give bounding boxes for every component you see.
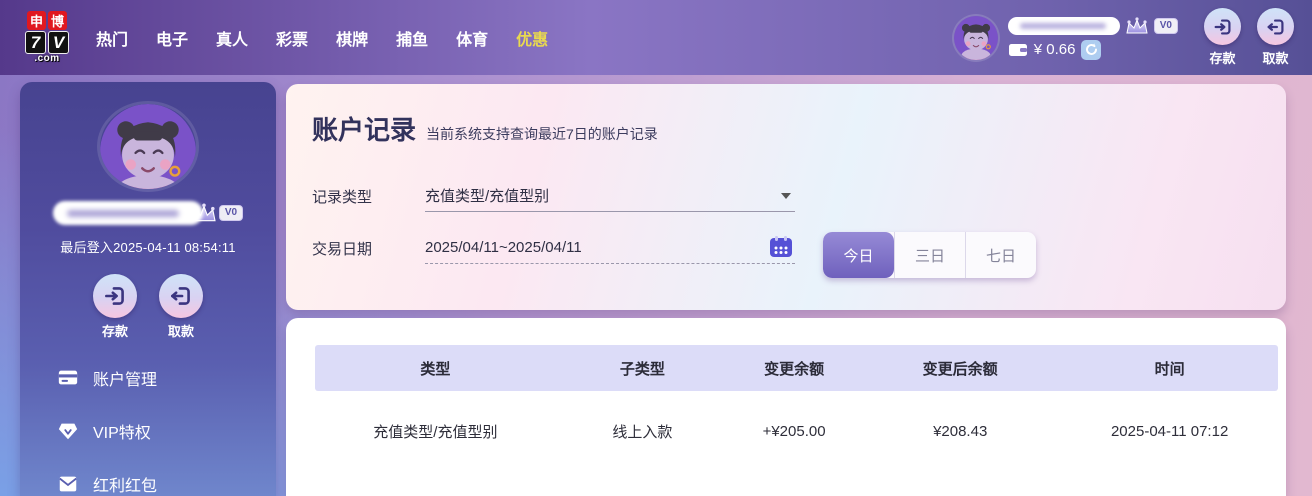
account-records-panel: 账户记录 当前系统支持查询最近7日的账户记录 记录类型 充值类型/充值型别 交易… [286, 84, 1286, 310]
sidebar-item-label: VIP特权 [93, 419, 151, 443]
nav-item-fishing[interactable]: 捕鱼 [396, 26, 428, 50]
avatar-illustration [954, 16, 998, 60]
cell-time: 2025-04-11 07:12 [1061, 423, 1278, 440]
user-cluster: V0 ¥ 0.66 [954, 16, 1178, 60]
brand-logo-mid: 7 V [25, 31, 69, 54]
range-button-today[interactable]: 今日 [823, 232, 894, 278]
page-subtitle: 当前系统支持查询最近7日的账户记录 [426, 124, 658, 144]
balance-amount: ¥ 0.66 [1034, 41, 1076, 58]
nav-item-promotions[interactable]: 优惠 [516, 26, 548, 50]
nav-item-chess[interactable]: 棋牌 [336, 26, 368, 50]
sidebar-withdraw-label: 取款 [168, 321, 194, 340]
records-table-panel: 类型 子类型 变更余额 变更后余额 时间 充值类型/充值型别 线上入款 +¥20… [286, 318, 1286, 496]
deposit-circle [1204, 8, 1241, 45]
last-login-text: 最后登入2025-04-11 08:54:11 [60, 237, 235, 256]
withdraw-label: 取款 [1262, 48, 1288, 67]
trade-date-row: 交易日期 2025/04/11~2025/04/11 [312, 233, 1286, 263]
red-packet-icon [57, 473, 79, 495]
record-type-label: 记录类型 [312, 186, 425, 207]
sidebar-quick-actions: 存款 取款 [93, 274, 203, 340]
user-avatar[interactable] [954, 16, 998, 60]
deposit-icon [1212, 16, 1234, 38]
sidebar-item-bonus-red-packet[interactable]: 红利红包 [57, 472, 276, 496]
sidebar-deposit-label: 存款 [102, 321, 128, 340]
account-sidebar: V0 最后登入2025-04-11 08:54:11 存款 取款 账户管理 [20, 82, 276, 496]
sidebar-vip-badge: V0 [219, 205, 243, 221]
trade-date-label: 交易日期 [312, 238, 425, 259]
username-redacted [1008, 17, 1120, 35]
nav-item-hot[interactable]: 热门 [96, 26, 128, 50]
sidebar-avatar[interactable] [100, 104, 196, 189]
withdraw-icon [1265, 16, 1287, 38]
brand-char-shen: 申 [27, 11, 46, 30]
sidebar-avatar-illustration [100, 104, 196, 189]
cell-after-balance: ¥208.43 [859, 423, 1061, 440]
topbar-withdraw-button[interactable]: 取款 [1257, 8, 1294, 67]
nav-item-lottery[interactable]: 彩票 [276, 26, 308, 50]
sidebar-deposit-button[interactable]: 存款 [93, 274, 137, 340]
sidebar-item-label: 账户管理 [93, 366, 157, 390]
record-type-value: 充值类型/充值型别 [425, 185, 549, 206]
column-header-time: 时间 [1061, 358, 1278, 379]
range-button-seven-days[interactable]: 七日 [965, 232, 1036, 278]
table-row: 充值类型/充值型别 线上入款 +¥205.00 ¥208.43 2025-04-… [315, 421, 1278, 442]
record-type-row: 记录类型 充值类型/充值型别 [312, 181, 1286, 211]
sidebar-withdraw-button[interactable]: 取款 [159, 274, 203, 340]
refresh-icon [1084, 42, 1099, 57]
column-header-type: 类型 [315, 358, 556, 379]
refresh-balance-button[interactable] [1081, 40, 1101, 60]
sidebar-withdraw-icon [168, 283, 194, 309]
cell-subtype: 线上入款 [556, 421, 729, 442]
wallet-icon [1008, 42, 1028, 57]
sidebar-item-label: 红利红包 [93, 472, 157, 496]
brand-char-bo: 博 [48, 11, 67, 30]
withdraw-circle [1257, 8, 1294, 45]
record-type-select[interactable]: 充值类型/充值型别 [425, 181, 795, 212]
vip-crown-icon [1124, 16, 1150, 36]
sidebar-withdraw-circle [159, 274, 203, 318]
sidebar-item-vip-privileges[interactable]: VIP特权 [57, 419, 276, 443]
brand-letter-7: 7 [25, 31, 46, 54]
sidebar-item-account-management[interactable]: 账户管理 [57, 366, 276, 390]
nav-item-live[interactable]: 真人 [216, 26, 248, 50]
sidebar-deposit-circle [93, 274, 137, 318]
sidebar-menu: 账户管理 VIP特权 红利红包 [20, 340, 276, 496]
sidebar-username-row: V0 [53, 201, 243, 225]
username-row: V0 [1008, 16, 1178, 36]
top-navigation-bar: 申 博 7 V .com 热门 电子 真人 彩票 棋牌 捕鱼 体育 优惠 V0 [0, 0, 1312, 75]
user-info: V0 ¥ 0.66 [1008, 16, 1178, 60]
vip-level-badge: V0 [1154, 18, 1178, 34]
cell-type: 充值类型/充值型别 [315, 421, 556, 442]
range-button-three-days[interactable]: 三日 [894, 232, 965, 278]
brand-logo[interactable]: 申 博 7 V .com [18, 11, 76, 64]
sidebar-username-redacted [53, 201, 203, 225]
chevron-down-icon [781, 193, 791, 199]
gem-icon [57, 420, 79, 442]
column-header-subtype: 子类型 [556, 358, 729, 379]
column-header-after-balance: 变更后余额 [859, 358, 1061, 379]
trade-date-value: 2025/04/11~2025/04/11 [425, 239, 582, 256]
table-header-row: 类型 子类型 变更余额 变更后余额 时间 [315, 345, 1278, 391]
brand-com-label: .com [34, 53, 59, 64]
brand-logo-top: 申 博 [27, 11, 67, 30]
brand-letter-v: V [48, 31, 69, 54]
sidebar-deposit-icon [102, 283, 128, 309]
topbar-deposit-button[interactable]: 存款 [1204, 8, 1241, 67]
nav-item-sports[interactable]: 体育 [456, 26, 488, 50]
calendar-icon [769, 236, 793, 258]
username-blur [1020, 23, 1106, 29]
cell-change-amount: +¥205.00 [729, 423, 859, 440]
page-title: 账户记录 [312, 110, 416, 147]
nav-item-slots[interactable]: 电子 [156, 26, 188, 50]
topbar-quick-actions: 存款 取款 [1204, 8, 1294, 67]
date-range-button-group: 今日 三日 七日 [823, 232, 1036, 278]
balance-row: ¥ 0.66 [1008, 40, 1178, 60]
sidebar-username-blur [67, 210, 179, 217]
bank-card-icon [57, 367, 79, 389]
trade-date-picker[interactable]: 2025/04/11~2025/04/11 [425, 233, 795, 264]
column-header-change: 变更余额 [729, 358, 859, 379]
records-title-row: 账户记录 当前系统支持查询最近7日的账户记录 [312, 110, 1286, 147]
deposit-label: 存款 [1209, 48, 1235, 67]
main-nav: 热门 电子 真人 彩票 棋牌 捕鱼 体育 优惠 [96, 26, 548, 50]
